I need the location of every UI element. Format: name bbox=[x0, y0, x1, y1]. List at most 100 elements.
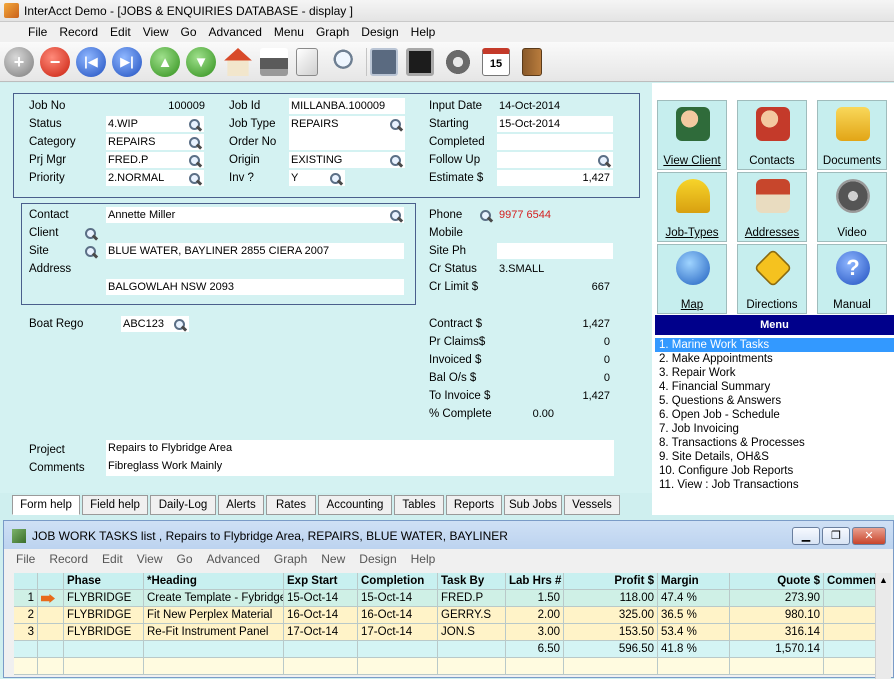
cell-profit[interactable]: 118.00 bbox=[564, 590, 658, 607]
sub-menu-new[interactable]: New bbox=[321, 549, 359, 569]
minimize-button[interactable]: ▁ bbox=[792, 527, 820, 545]
delete-icon[interactable]: − bbox=[40, 47, 70, 77]
phone-field[interactable]: 9977 6544 bbox=[497, 207, 613, 223]
contacts-button[interactable]: Contacts bbox=[737, 100, 807, 170]
cr-status-field[interactable]: 3.SMALL bbox=[497, 261, 613, 277]
tab-form-help[interactable]: Form help bbox=[12, 495, 80, 515]
addresses-button[interactable]: Addresses bbox=[737, 172, 807, 242]
add-icon[interactable]: + bbox=[4, 47, 34, 77]
category-lookup-icon[interactable] bbox=[188, 136, 202, 150]
col-exp-start[interactable]: Exp Start bbox=[284, 573, 358, 590]
cell-completion[interactable]: 16-Oct-14 bbox=[358, 607, 438, 624]
job-type-field[interactable]: REPAIRS bbox=[289, 116, 405, 136]
cell-heading[interactable]: Re-Fit Instrument Panel bbox=[144, 624, 284, 641]
completed-field[interactable] bbox=[497, 134, 613, 150]
menu-edit[interactable]: Edit bbox=[104, 22, 137, 42]
sub-menu-file[interactable]: File bbox=[16, 549, 49, 569]
calculator-icon[interactable] bbox=[370, 48, 398, 76]
tab-rates[interactable]: Rates bbox=[266, 495, 316, 515]
menu-item-view-job-transactions[interactable]: 11. View : Job Transactions bbox=[655, 478, 894, 492]
up-icon[interactable]: ▲ bbox=[150, 47, 180, 77]
mobile-field[interactable] bbox=[497, 225, 613, 241]
pct-complete-field[interactable]: 0.00 bbox=[497, 406, 557, 422]
cr-limit-field[interactable]: 667 bbox=[497, 279, 613, 295]
tab-tables[interactable]: Tables bbox=[394, 495, 444, 515]
document-icon[interactable] bbox=[296, 48, 318, 76]
bal-os-field[interactable]: 0 bbox=[497, 370, 613, 386]
sub-menu-view[interactable]: View bbox=[137, 549, 177, 569]
search-icon[interactable] bbox=[332, 48, 360, 76]
order-no-field[interactable] bbox=[289, 134, 405, 150]
input-date-field[interactable]: 14-Oct-2014 bbox=[497, 98, 613, 114]
empty-cell[interactable] bbox=[284, 658, 358, 675]
video-button[interactable]: Video bbox=[817, 172, 887, 242]
menu-item-open-job-schedule[interactable]: 6. Open Job - Schedule bbox=[655, 408, 894, 422]
empty-cell[interactable] bbox=[730, 658, 824, 675]
table-row[interactable]: 3 FLYBRIDGE Re-Fit Instrument Panel 17-O… bbox=[14, 624, 876, 641]
menu-item-transactions-processes[interactable]: 8. Transactions & Processes bbox=[655, 436, 894, 450]
empty-cell[interactable] bbox=[358, 658, 438, 675]
job-id-field[interactable]: MILLANBA.100009 bbox=[289, 98, 405, 114]
empty-cell[interactable] bbox=[564, 658, 658, 675]
estimate-field[interactable]: 1,427 bbox=[497, 170, 613, 186]
cell-margin[interactable]: 47.4 % bbox=[658, 590, 730, 607]
client-lookup-icon[interactable] bbox=[84, 227, 98, 241]
tab-sub-jobs[interactable]: Sub Jobs bbox=[504, 495, 562, 515]
menu-help[interactable]: Help bbox=[405, 22, 442, 42]
contact-field[interactable]: Annette Miller bbox=[106, 207, 404, 223]
cell-margin[interactable]: 53.4 % bbox=[658, 624, 730, 641]
col-completion[interactable]: Completion bbox=[358, 573, 438, 590]
origin-lookup-icon[interactable] bbox=[389, 154, 403, 168]
phone-dial-icon[interactable] bbox=[479, 209, 493, 223]
origin-field[interactable]: EXISTING bbox=[289, 152, 405, 168]
empty-cell[interactable] bbox=[506, 658, 564, 675]
documents-button[interactable]: Documents bbox=[817, 100, 887, 170]
sub-menu-design[interactable]: Design bbox=[359, 549, 410, 569]
status-lookup-icon[interactable] bbox=[188, 118, 202, 132]
manual-button[interactable]: ? Manual bbox=[817, 244, 887, 314]
cell-quote[interactable]: 316.14 bbox=[730, 624, 824, 641]
sub-menu-advanced[interactable]: Advanced bbox=[207, 549, 274, 569]
table-empty-row[interactable] bbox=[14, 658, 876, 675]
cell-completion[interactable]: 15-Oct-14 bbox=[358, 590, 438, 607]
job-type-lookup-icon[interactable] bbox=[389, 118, 403, 132]
cell-profit[interactable]: 325.00 bbox=[564, 607, 658, 624]
tab-alerts[interactable]: Alerts bbox=[218, 495, 264, 515]
tab-accounting[interactable]: Accounting bbox=[318, 495, 392, 515]
cell-exp-start[interactable]: 15-Oct-14 bbox=[284, 590, 358, 607]
to-invoice-field[interactable]: 1,427 bbox=[497, 388, 613, 404]
priority-lookup-icon[interactable] bbox=[188, 172, 202, 186]
inv-lookup-icon[interactable] bbox=[329, 172, 343, 186]
cell-comment[interactable] bbox=[824, 607, 876, 624]
cell-quote[interactable]: 980.10 bbox=[730, 607, 824, 624]
col-lab-hrs[interactable]: Lab Hrs # bbox=[506, 573, 564, 590]
menu-advanced[interactable]: Advanced bbox=[203, 22, 268, 42]
comments-field[interactable]: Fibreglass Work Mainly bbox=[106, 458, 606, 474]
job-types-button[interactable]: Job-Types bbox=[657, 172, 727, 242]
sub-menu-go[interactable]: Go bbox=[177, 549, 207, 569]
first-icon[interactable]: |◀ bbox=[76, 47, 106, 77]
cell-profit[interactable]: 153.50 bbox=[564, 624, 658, 641]
menu-item-questions-answers[interactable]: 5. Questions & Answers bbox=[655, 394, 894, 408]
menu-record[interactable]: Record bbox=[53, 22, 104, 42]
home-icon[interactable] bbox=[224, 48, 252, 76]
menu-item-configure-job-reports[interactable]: 10. Configure Job Reports bbox=[655, 464, 894, 478]
cell-comment[interactable] bbox=[824, 590, 876, 607]
follow-up-field[interactable] bbox=[497, 152, 613, 168]
view-client-button[interactable]: View Client bbox=[657, 100, 727, 170]
site-lookup-icon[interactable] bbox=[84, 245, 98, 259]
cell-phase[interactable]: FLYBRIDGE bbox=[64, 590, 144, 607]
menu-item-make-appointments[interactable]: 2. Make Appointments bbox=[655, 352, 894, 366]
directions-button[interactable]: Directions bbox=[737, 244, 807, 314]
down-icon[interactable]: ▼ bbox=[186, 47, 216, 77]
menu-view[interactable]: View bbox=[137, 22, 175, 42]
tab-daily-log[interactable]: Daily-Log bbox=[150, 495, 216, 515]
cell-task-by[interactable]: JON.S bbox=[438, 624, 506, 641]
monitor-icon[interactable] bbox=[406, 48, 434, 76]
menu-item-repair-work[interactable]: 3. Repair Work bbox=[655, 366, 894, 380]
empty-cell[interactable] bbox=[438, 658, 506, 675]
vertical-scrollbar[interactable]: ▲ bbox=[875, 573, 891, 679]
table-row[interactable]: 1 FLYBRIDGE Create Template - Fybridge 1… bbox=[14, 590, 876, 607]
sub-menu-record[interactable]: Record bbox=[49, 549, 102, 569]
empty-cell[interactable] bbox=[824, 658, 876, 675]
